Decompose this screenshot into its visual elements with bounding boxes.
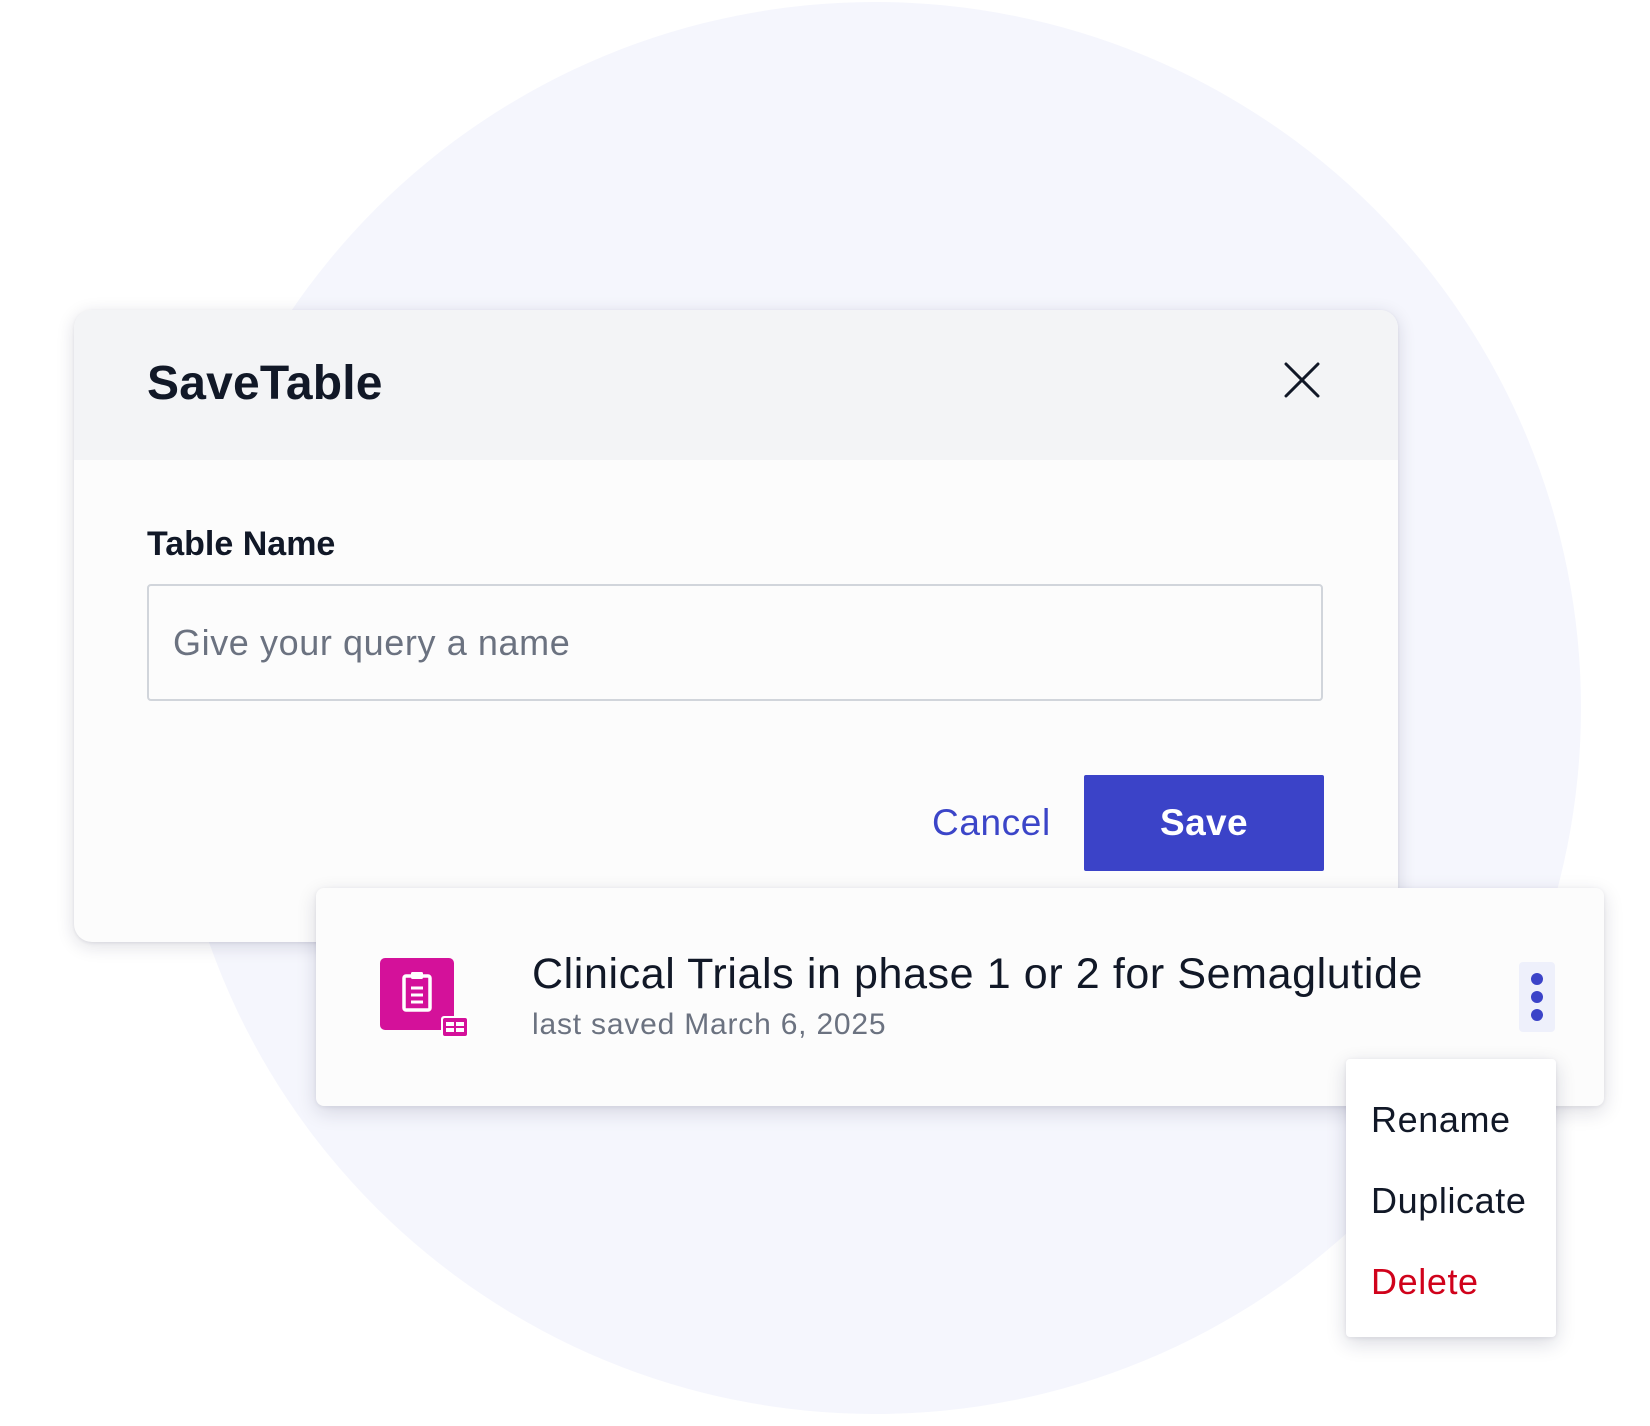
kebab-menu-icon [1531, 1009, 1543, 1021]
clipboard-table-icon [380, 958, 469, 1038]
save-table-dialog: SaveTable Table Name Cancel Save [74, 310, 1398, 942]
menu-item-delete[interactable]: Delete [1371, 1261, 1479, 1303]
stage: SaveTable Table Name Cancel Save [0, 0, 1650, 1426]
menu-item-rename[interactable]: Rename [1371, 1099, 1511, 1141]
table-name-input[interactable] [147, 584, 1323, 701]
save-button[interactable]: Save [1084, 775, 1324, 871]
dialog-title: SaveTable [147, 357, 383, 410]
kebab-menu-icon [1531, 973, 1543, 985]
table-name-label: Table Name [147, 525, 336, 563]
close-button[interactable] [1272, 350, 1332, 410]
close-icon [1284, 362, 1320, 398]
saved-query-title[interactable]: Clinical Trials in phase 1 or 2 for Sema… [532, 950, 1423, 999]
menu-item-duplicate[interactable]: Duplicate [1371, 1180, 1526, 1222]
dialog-header: SaveTable [74, 310, 1398, 460]
kebab-menu-icon [1531, 991, 1543, 1003]
more-options-button[interactable] [1519, 962, 1555, 1032]
cancel-button[interactable]: Cancel [912, 775, 1071, 871]
context-menu: Rename Duplicate Delete [1346, 1059, 1556, 1337]
saved-query-timestamp: last saved March 6, 2025 [532, 1008, 887, 1041]
